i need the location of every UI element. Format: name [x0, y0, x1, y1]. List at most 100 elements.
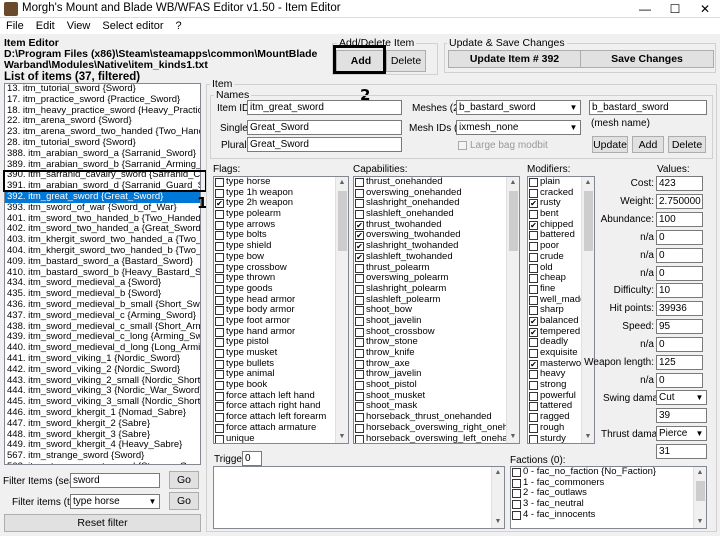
checkbox-icon[interactable]: [215, 413, 224, 423]
checkbox-icon[interactable]: [215, 349, 224, 358]
faction-item[interactable]: 4 - fac_innocents: [511, 509, 706, 521]
mesh-name-input[interactable]: b_bastard_sword: [589, 100, 707, 115]
list-item[interactable]: 17. itm_practice_sword {Practice_Sword}: [5, 94, 200, 106]
checkbox-icon[interactable]: [215, 316, 224, 326]
checkbox-icon[interactable]: [512, 510, 521, 520]
save-changes-button[interactable]: Save Changes: [580, 50, 714, 68]
modifiers-list[interactable]: plain cracked ✔ rusty bent ✔ chipped battered po…: [527, 176, 595, 444]
checkbox-icon[interactable]: [355, 434, 364, 443]
checkbox-icon[interactable]: [355, 274, 364, 284]
filter-search-go-button[interactable]: Go: [169, 471, 199, 489]
menu-help[interactable]: ?: [176, 18, 182, 34]
reset-filter-button[interactable]: Reset filter: [4, 514, 201, 532]
item-id-input[interactable]: itm_great_sword: [247, 100, 402, 115]
mesh-delete-button[interactable]: Delete: [668, 136, 706, 153]
checkbox-icon[interactable]: [355, 199, 364, 209]
value-input[interactable]: 10: [656, 283, 703, 299]
checkbox-checked-icon[interactable]: ✔: [529, 316, 538, 326]
plural-name-input[interactable]: Great_Sword: [247, 137, 402, 152]
checkbox-icon[interactable]: [215, 359, 224, 369]
swing-damage-input[interactable]: 39: [656, 408, 707, 423]
capability-item[interactable]: horseback_overswing_left_onehanded: [354, 433, 519, 443]
scroll-thumb[interactable]: [584, 191, 593, 251]
checkbox-icon[interactable]: [215, 178, 224, 187]
filter-type-go-button[interactable]: Go: [169, 492, 199, 510]
checkbox-icon[interactable]: [215, 295, 224, 305]
filter-search-input[interactable]: sword: [70, 473, 160, 488]
checkbox-icon[interactable]: [355, 306, 364, 316]
checkbox-checked-icon[interactable]: ✔: [529, 327, 538, 337]
factions-list[interactable]: 0 - fac_no_faction {No_Faction} 1 - fac_c…: [510, 466, 707, 529]
checkbox-icon[interactable]: [355, 295, 364, 305]
list-item[interactable]: 447. itm_sword_khergit_2 {Sabre}: [5, 418, 200, 430]
value-input[interactable]: 125: [656, 355, 703, 370]
checkbox-icon[interactable]: [355, 338, 364, 348]
checkbox-icon[interactable]: [529, 231, 538, 241]
capability-scrollbar[interactable]: ▲ ▼: [506, 177, 519, 443]
scroll-thumb[interactable]: [509, 191, 518, 251]
checkbox-icon[interactable]: [355, 423, 364, 433]
list-item[interactable]: 393. itm_sword_of_war {Sword_of_War}: [5, 202, 200, 214]
scroll-thumb[interactable]: [338, 191, 347, 251]
checkbox-icon[interactable]: [529, 391, 538, 401]
checkbox-icon[interactable]: [355, 327, 364, 337]
checkbox-icon[interactable]: [529, 252, 538, 262]
checkbox-icon[interactable]: [215, 220, 224, 230]
mesh-update-button[interactable]: Update: [592, 136, 628, 153]
checkbox-icon[interactable]: [355, 402, 364, 412]
close-button[interactable]: ✕: [690, 0, 720, 18]
menu-view[interactable]: View: [67, 18, 91, 34]
factions-scrollbar[interactable]: ▲ ▼: [693, 467, 706, 528]
checkbox-icon[interactable]: [529, 402, 538, 412]
checkbox-icon[interactable]: [529, 370, 538, 380]
modifier-scrollbar[interactable]: ▲ ▼: [581, 177, 594, 443]
checkbox-icon[interactable]: [355, 349, 364, 358]
checkbox-checked-icon[interactable]: ✔: [355, 220, 364, 230]
checkbox-icon[interactable]: [355, 391, 364, 401]
checkbox-icon[interactable]: [355, 188, 364, 198]
checkbox-icon[interactable]: [355, 381, 364, 391]
checkbox-icon[interactable]: [215, 391, 224, 401]
checkbox-icon[interactable]: [215, 434, 224, 443]
checkbox-icon[interactable]: [529, 263, 538, 273]
menu-select-editor[interactable]: Select editor: [102, 18, 163, 34]
value-input[interactable]: 0: [656, 229, 703, 245]
checkbox-icon[interactable]: [529, 423, 538, 433]
checkbox-icon[interactable]: [215, 402, 224, 412]
checkbox-checked-icon[interactable]: ✔: [355, 231, 364, 241]
update-item-button[interactable]: Update Item # 392: [448, 50, 581, 68]
checkbox-icon[interactable]: [529, 338, 538, 348]
maximize-button[interactable]: ☐: [660, 0, 690, 18]
checkbox-icon[interactable]: [529, 306, 538, 316]
checkbox-icon[interactable]: [215, 263, 224, 273]
mesh-select[interactable]: b_bastard_sword ▼: [456, 100, 581, 115]
checkbox-icon[interactable]: [215, 188, 224, 198]
scroll-thumb[interactable]: [696, 481, 705, 501]
flag-scrollbar[interactable]: ▲ ▼: [335, 177, 348, 443]
checkbox-icon[interactable]: [529, 413, 538, 423]
checkbox-icon[interactable]: [355, 359, 364, 369]
checkbox-icon[interactable]: [215, 252, 224, 262]
checkbox-icon[interactable]: [529, 295, 538, 305]
value-input[interactable]: 39936: [656, 301, 703, 317]
checkbox-icon[interactable]: [512, 500, 521, 510]
checkbox-icon[interactable]: [529, 188, 538, 198]
checkbox-icon[interactable]: [529, 349, 538, 358]
list-item[interactable]: 442. itm_sword_viking_2 {Nordic_Sword}: [5, 364, 200, 376]
checkbox-icon[interactable]: [512, 478, 521, 488]
checkbox-icon[interactable]: [215, 210, 224, 220]
items-list[interactable]: 13. itm_tutorial_sword {Sword} 17. itm_pr…: [4, 83, 201, 465]
checkbox-checked-icon[interactable]: ✔: [529, 359, 538, 369]
checkbox-icon[interactable]: [215, 370, 224, 380]
checkbox-icon[interactable]: [355, 210, 364, 220]
checkbox-icon[interactable]: [529, 434, 538, 443]
checkbox-icon[interactable]: [529, 381, 538, 391]
minimize-button[interactable]: —: [630, 0, 660, 18]
checkbox-icon[interactable]: [215, 242, 224, 252]
checkbox-checked-icon[interactable]: ✔: [529, 220, 538, 230]
value-input[interactable]: 423: [656, 176, 703, 191]
checkbox-icon[interactable]: [529, 210, 538, 220]
trigger-textarea[interactable]: ▲ ▼: [213, 466, 505, 529]
list-item[interactable]: 437. itm_sword_medieval_c {Arming_Sword}: [5, 310, 200, 322]
value-input[interactable]: 100: [656, 211, 703, 227]
